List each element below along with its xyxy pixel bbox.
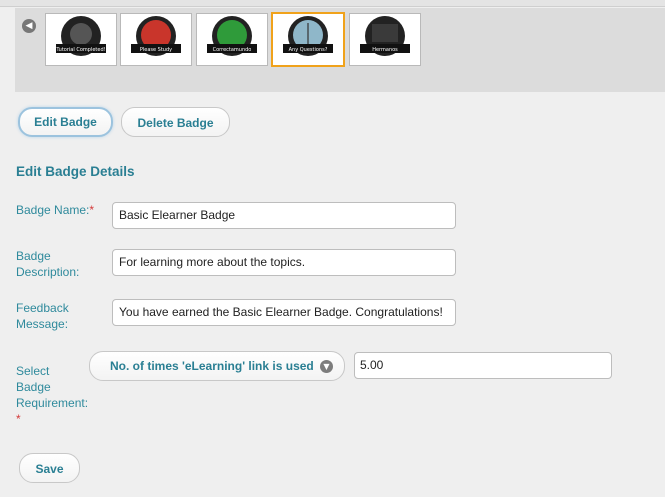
edit-badge-button[interactable]: Edit Badge [18, 107, 113, 137]
badge-caption: Any Questions? [289, 47, 328, 53]
required-marker: * [89, 203, 95, 217]
badge-thumbnail-1[interactable]: Tutorial Completed! [45, 13, 117, 66]
section-title: Edit Badge Details [16, 164, 135, 179]
badge-thumbnail-5[interactable]: Hermanos [349, 13, 421, 66]
chevron-down-icon: ▼ [320, 360, 333, 373]
badge-description-label: Badge Description: [16, 248, 79, 280]
requirement-selected-value: No. of times 'eLearning' link is used [110, 359, 314, 373]
badge-description-input[interactable]: For learning more about the topics. [112, 249, 456, 276]
badge-image: Any Questions? [283, 16, 333, 56]
requirement-value-input[interactable]: 5.00 [354, 352, 612, 379]
label-line: Feedback [16, 301, 69, 315]
badge-image: Hermanos [360, 16, 410, 56]
label-line: Select [16, 364, 50, 378]
badge-carousel: ◀ Tutorial Completed! Please Study Corre… [15, 8, 665, 92]
badge-caption: Correctamundo [213, 47, 252, 53]
badge-seal-inner [70, 23, 92, 45]
badge-thumbnail-4-selected[interactable]: Any Questions? [271, 12, 345, 67]
chevron-left-icon[interactable]: ◀ [22, 19, 36, 33]
badge-thumbnail-2[interactable]: Please Study [120, 13, 192, 66]
badge-requirement-label: Select Badge Requirement: * [16, 363, 88, 427]
badge-thumbnail-3[interactable]: Correctamundo [196, 13, 268, 66]
save-button[interactable]: Save [19, 453, 80, 483]
badge-name-input[interactable]: Basic Elearner Badge [112, 202, 456, 229]
requirement-select[interactable]: No. of times 'eLearning' link is used ▼ [89, 351, 345, 381]
label-line: Description: [16, 265, 80, 279]
required-marker: * [16, 412, 21, 426]
feedback-message-label: Feedback Message: [16, 300, 69, 332]
delete-badge-button[interactable]: Delete Badge [121, 107, 230, 137]
label-line: Badge [16, 380, 51, 394]
badge-caption: Please Study [140, 47, 172, 53]
badge-photo [372, 24, 398, 42]
badge-caption: Tutorial Completed! [55, 47, 105, 53]
badge-image: Correctamundo [207, 16, 257, 56]
feedback-message-input[interactable]: You have earned the Basic Elearner Badge… [112, 299, 456, 326]
badge-image: Tutorial Completed! [55, 16, 106, 56]
badge-name-label: Badge Name:* [16, 202, 94, 218]
badge-name-label-text: Badge Name: [16, 203, 90, 217]
top-strip [0, 0, 665, 7]
label-line: Message: [16, 317, 69, 331]
label-line: Badge [16, 249, 51, 263]
label-line: Requirement: [16, 396, 89, 410]
badge-caption: Hermanos [372, 47, 398, 53]
badge-image: Please Study [131, 16, 181, 56]
